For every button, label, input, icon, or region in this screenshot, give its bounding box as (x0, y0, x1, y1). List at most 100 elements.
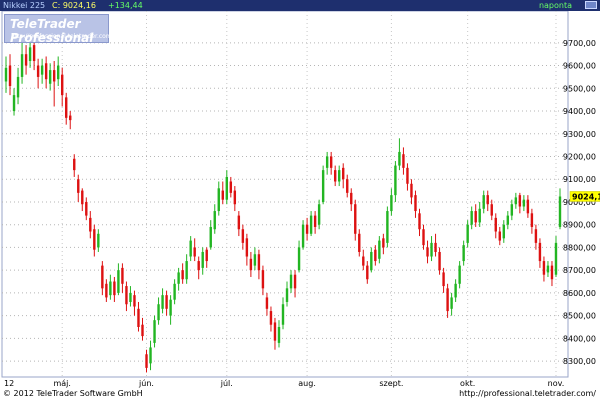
candle-body (173, 283, 176, 300)
candle-body (189, 240, 192, 257)
candle-body (40, 65, 44, 75)
y-tick-label: 8500,00 (563, 312, 596, 321)
candle-body (241, 229, 245, 243)
candle-body (450, 297, 453, 309)
candle-body (410, 183, 413, 198)
candle-body (149, 347, 152, 364)
candle-body (177, 272, 180, 284)
candle-body (522, 199, 526, 207)
candle-body (430, 242, 433, 257)
candle-body (329, 156, 333, 168)
candle-body (101, 265, 104, 289)
candle-body (426, 247, 429, 257)
candle-body (133, 295, 136, 307)
settings-icon[interactable] (585, 1, 597, 9)
candle-body (398, 151, 401, 166)
candle-body (20, 54, 24, 77)
candle-body (325, 156, 329, 168)
candlestick-chart[interactable]: 8300,00 8400,00 8500,00 8600,00 8700,00 8800,… (0, 11, 600, 388)
candle-body (121, 267, 124, 284)
chart-footer: © 2012 TeleTrader Software GmbH http://p… (0, 388, 600, 400)
candle-body (394, 165, 397, 196)
candle-body (498, 231, 501, 241)
candle-body (514, 197, 518, 205)
candle-body (354, 204, 357, 234)
candle-body (12, 95, 16, 112)
candle-body (542, 261, 546, 275)
candle-body (350, 192, 353, 205)
candle-body (125, 286, 128, 305)
candle-body (346, 179, 349, 193)
candle-body (446, 288, 449, 312)
candle-body (478, 208, 481, 223)
candle-body (245, 238, 249, 257)
candle-body (85, 201, 88, 216)
candle-body (269, 311, 273, 325)
y-tick-label: 9100,00 (563, 175, 596, 184)
candle-body (442, 272, 445, 287)
candle-body (105, 283, 108, 298)
candle (153, 315, 156, 348)
candle-body (277, 326, 281, 343)
x-tick-label: okt. (460, 379, 475, 388)
candle-body (97, 233, 100, 248)
candle-body (378, 240, 381, 259)
candle-body (281, 304, 285, 325)
candle-body (297, 247, 301, 271)
candle-body (52, 70, 56, 82)
candle-body (77, 179, 80, 193)
candle-body (362, 256, 365, 266)
x-tick-label: 12 (4, 379, 14, 388)
candle-body (44, 63, 48, 80)
candle-body (490, 204, 493, 216)
candle-body (73, 158, 76, 171)
candle-body (24, 54, 28, 66)
candle-body (502, 224, 506, 239)
candle-body (161, 295, 164, 309)
y-tick-label: 8900,00 (563, 221, 596, 230)
candle-body (8, 65, 12, 87)
candle-body (333, 170, 337, 182)
candle-body (370, 251, 373, 271)
candle-body (462, 245, 465, 262)
y-tick-label: 8300,00 (563, 357, 596, 366)
candle-body (109, 281, 112, 296)
footer-link[interactable]: http://professional.teletrader.com/ (459, 388, 596, 400)
candle-body (69, 115, 72, 121)
candle-body (117, 270, 120, 293)
candle-body (518, 195, 522, 207)
candle (386, 206, 389, 248)
candle-body (36, 65, 40, 77)
candle-body (293, 274, 297, 289)
y-tick-label: 8700,00 (563, 266, 596, 275)
candle-body (60, 74, 64, 96)
candle-body (81, 190, 84, 205)
candle-body (205, 249, 208, 262)
candle-body (486, 195, 489, 205)
candle-body (249, 258, 253, 271)
candle-body (526, 199, 530, 214)
period-selector[interactable]: naponta (539, 0, 572, 11)
candle-body (374, 249, 377, 262)
y-tick-label: 8400,00 (563, 334, 596, 343)
candle-body (145, 354, 148, 368)
candle-body (366, 265, 369, 280)
candle-body (193, 247, 196, 257)
candle-body (414, 195, 417, 212)
candle-body (225, 176, 229, 200)
candle-body (93, 229, 96, 250)
candle-body (550, 265, 554, 280)
candle-body (261, 270, 265, 289)
candle-body (197, 261, 200, 271)
x-tick-label: szept. (379, 379, 403, 388)
x-tick-label: nov. (548, 379, 565, 388)
candle-body (16, 76, 20, 98)
candle-body (65, 97, 68, 118)
candle-body (89, 217, 92, 232)
change-text: +134,44 (108, 1, 143, 10)
y-tick-label: 8600,00 (563, 289, 596, 298)
candle-body (157, 304, 160, 321)
y-tick-label: 9300,00 (563, 130, 596, 139)
candle-body (434, 242, 437, 252)
y-tick-label: 9600,00 (563, 62, 596, 71)
